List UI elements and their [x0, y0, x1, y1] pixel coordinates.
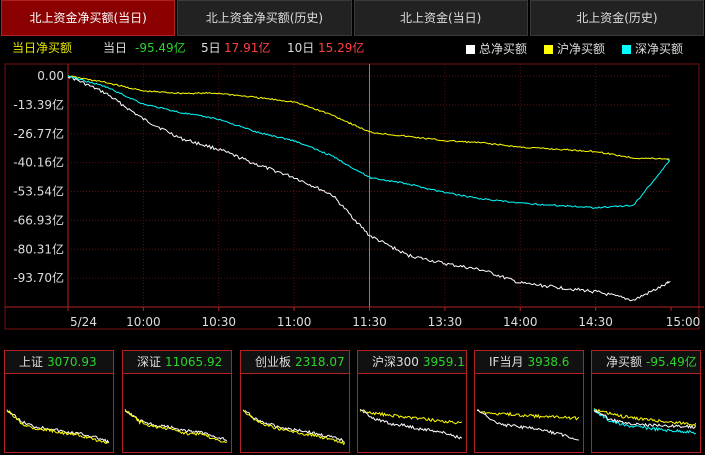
panel-name: 创业板 — [255, 355, 292, 369]
sparkline-series — [6, 410, 110, 444]
sparkline-series — [593, 408, 697, 426]
panel-hs300[interactable]: 沪深3003959.15 — [357, 350, 467, 453]
legend-total: 总净买额 — [466, 40, 527, 57]
d10-label: 10日 — [287, 41, 315, 55]
y-tick-label: -40.16亿 — [13, 155, 64, 170]
today-label: 当日 — [103, 41, 128, 55]
y-tick-label: -13.39亿 — [13, 97, 64, 112]
y-tick-label: -26.77亿 — [13, 126, 64, 141]
today-value: -95.49亿 — [135, 41, 186, 55]
sparkline-series — [124, 408, 227, 443]
x-tick-label: 14:30 — [578, 315, 613, 329]
sparkline-series — [359, 409, 462, 425]
d10-value: 15.29亿 — [318, 41, 365, 55]
panel-name: 上证 — [19, 355, 44, 369]
sparkline-series — [476, 409, 579, 441]
legend-sh-label: 沪净买额 — [557, 42, 606, 56]
y-tick-label: -53.54亿 — [13, 184, 64, 199]
series-line-total — [67, 75, 672, 302]
panel-value: 3959.15 — [422, 355, 466, 369]
panel-sparkline — [476, 409, 580, 441]
panel-value: 3938.6 — [527, 355, 570, 369]
legend-total-swatch — [466, 45, 475, 54]
sparkline-series — [124, 410, 228, 442]
x-tick-label: 10:30 — [201, 315, 236, 329]
panel-if-month[interactable]: IF当月 3938.6 — [474, 350, 584, 453]
net-buy-chart[interactable]: 0.00 -13.39亿 -26.77亿 -40.16亿 -53.54亿 -66.93亿 -… — [0, 60, 705, 338]
legend-sh-swatch — [544, 45, 553, 54]
y-tick-label: -80.31亿 — [13, 241, 64, 256]
panel-net-buy[interactable]: 净买额 -95.49亿 — [591, 350, 701, 453]
series-line-shenzhen — [67, 75, 671, 209]
legend-sz: 深净买额 — [622, 40, 683, 57]
panel-shanghai[interactable]: 上证 3070.93 — [4, 350, 114, 453]
x-tick-label: 14:00 — [503, 315, 538, 329]
tab-northbound-net-buy-history[interactable]: 北上资金净买额(历史) — [177, 0, 352, 36]
d5-label: 5日 — [201, 41, 221, 55]
panel-value: 3070.93 — [47, 355, 97, 369]
sparkline-series — [242, 410, 346, 446]
panel-name: IF当月 — [489, 355, 524, 369]
tab-bar: 北上资金净买额(当日) 北上资金净买额(历史) 北上资金(当日) 北上资金(历史… — [0, 0, 705, 36]
x-tick-label: 10:00 — [126, 315, 161, 329]
x-tick-label: 11:30 — [352, 315, 387, 329]
panel-shenzhen[interactable]: 深证 11065.92 — [122, 350, 232, 453]
tab-northbound-history[interactable]: 北上资金(历史) — [529, 0, 704, 36]
series-line-shanghai — [67, 75, 670, 160]
x-tick-label: 5/24 — [70, 315, 97, 329]
index-panels: 上证 3070.93 深证 11065.92 创业板 2318.07 沪深300 395… — [4, 350, 704, 455]
panel-sparkline — [6, 409, 110, 444]
summary-title: 当日净买额 — [12, 41, 73, 55]
panel-sparkline — [242, 409, 346, 446]
y-tick-label: -93.70亿 — [13, 270, 64, 285]
legend-total-label: 总净买额 — [479, 42, 528, 56]
legend-sh: 沪净买额 — [544, 40, 605, 57]
chart-frame — [4, 63, 700, 330]
y-tick-label: -66.93亿 — [13, 212, 64, 227]
panel-name: 沪深300 — [372, 355, 419, 369]
legend-sz-swatch — [622, 45, 631, 54]
panel-sparkline — [593, 408, 697, 435]
tab-northbound-net-buy-today[interactable]: 北上资金净买额(当日) — [1, 0, 176, 36]
sparkline-series — [476, 409, 580, 421]
legend-sz-label: 深净买额 — [635, 42, 684, 56]
x-tick-label: 15:00 — [666, 315, 701, 329]
x-tick-label: 13:30 — [428, 315, 463, 329]
panel-chinext[interactable]: 创业板 2318.07 — [240, 350, 350, 453]
panel-sparkline — [359, 408, 463, 440]
d5-value: 17.91亿 — [224, 41, 271, 55]
panel-value: 11065.92 — [165, 355, 223, 369]
sparkline-series — [6, 409, 110, 444]
panel-value: 2318.07 — [295, 355, 345, 369]
panel-value: -95.49亿 — [646, 355, 697, 369]
tab-northbound-today[interactable]: 北上资金(当日) — [353, 0, 528, 36]
x-tick-label: 11:00 — [277, 315, 312, 329]
y-tick-label: 0.00 — [37, 69, 64, 83]
panel-name: 深证 — [137, 355, 162, 369]
panel-sparkline — [124, 408, 228, 443]
panel-name: 净买额 — [606, 355, 643, 369]
sparkline-series — [242, 409, 345, 443]
